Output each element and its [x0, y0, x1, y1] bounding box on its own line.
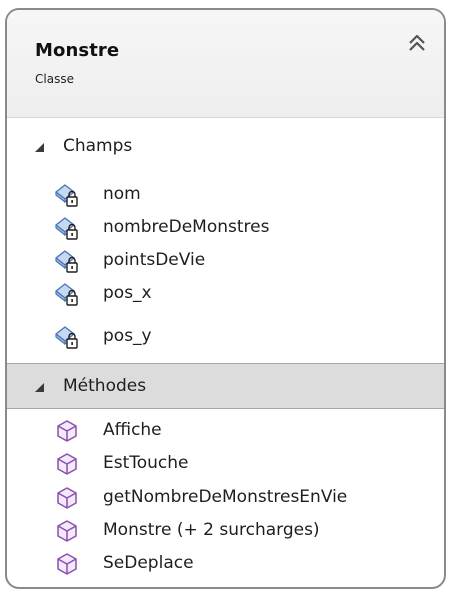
section-label-methods: Méthodes — [63, 376, 147, 396]
field-item[interactable]: pos_y — [7, 321, 444, 354]
field-item[interactable]: nombreDeMonstres — [7, 212, 444, 245]
field-private-icon — [54, 281, 80, 307]
section-header-methods[interactable]: Méthodes — [7, 363, 444, 409]
field-item[interactable]: nom — [7, 179, 444, 212]
method-icon — [54, 518, 80, 544]
field-private-icon — [54, 182, 80, 208]
field-private-icon — [54, 215, 80, 241]
triangle-down-icon[interactable] — [34, 382, 45, 393]
section-header-fields[interactable]: Champs — [7, 124, 444, 170]
method-label: SeDeplace — [103, 553, 194, 573]
method-icon — [54, 451, 80, 477]
method-icon — [54, 551, 80, 577]
section-label-fields: Champs — [63, 136, 133, 156]
class-stereotype: Classe — [35, 72, 74, 86]
field-item[interactable]: pos_x — [7, 278, 444, 311]
method-label: getNombreDeMonstresEnVie — [103, 487, 348, 507]
method-label: Affiche — [103, 420, 162, 440]
method-item[interactable]: getNombreDeMonstresEnVie — [7, 482, 444, 515]
field-private-icon — [54, 248, 80, 274]
class-header[interactable]: Monstre Classe — [7, 10, 444, 118]
method-item[interactable]: Monstre (+ 2 surcharges) — [7, 515, 444, 548]
method-label: EstTouche — [103, 453, 189, 473]
method-label: Monstre (+ 2 surcharges) — [103, 520, 320, 540]
method-item[interactable]: EstTouche — [7, 448, 444, 481]
triangle-down-icon[interactable] — [34, 142, 45, 153]
method-item[interactable]: SeDeplace — [7, 548, 444, 581]
field-item[interactable]: pointsDeVie — [7, 245, 444, 278]
field-label: nom — [103, 184, 141, 204]
method-icon — [54, 418, 80, 444]
field-label: pos_x — [103, 283, 152, 303]
field-private-icon — [54, 324, 80, 350]
class-name: Monstre — [35, 40, 120, 61]
class-shape-monstre[interactable]: Monstre Classe Champs nom nombreDeMonstr… — [5, 8, 446, 589]
method-item[interactable]: Affiche — [7, 415, 444, 448]
double-chevron-up-icon[interactable] — [406, 32, 428, 56]
method-icon — [54, 485, 80, 511]
field-label: nombreDeMonstres — [103, 217, 270, 237]
field-label: pos_y — [103, 326, 152, 346]
field-label: pointsDeVie — [103, 250, 206, 270]
